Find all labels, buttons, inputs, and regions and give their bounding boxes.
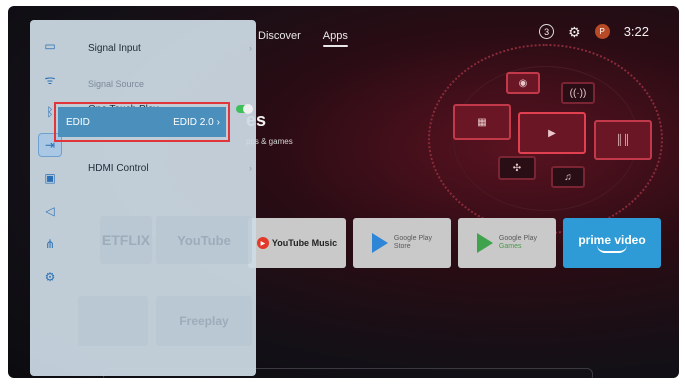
settings-icon[interactable]: ⚙ [38,265,62,289]
hero-tile-play-icon: ▶ [518,112,586,154]
hero-tile-gamepad-icon: ✣ [498,156,536,180]
chevron-right-icon: › [249,43,252,53]
avatar[interactable]: P [594,24,610,39]
hero-tile-image-icon: ▦ [453,104,511,140]
tv-screen: Discover Apps 3 ⚙ P 3:22 ◉ ((·)) ▦ ▶ ║║ … [8,6,679,378]
display-icon[interactable]: ▭ [38,34,62,58]
clock: 3:22 [623,24,649,39]
section-label-signal-source: Signal Source [88,79,145,89]
hero-tile-music-icon: ♫ [551,166,585,188]
ghost-app-freeplay: Freeplay [156,296,252,346]
tab-discover[interactable]: Discover [258,30,301,42]
tab-apps[interactable]: Apps [322,30,348,47]
prime-smile-icon [597,245,627,253]
sound-icon[interactable]: ◁ [38,199,62,223]
notifications-icon[interactable]: 3 [539,24,555,39]
ghost-app-tile [78,296,148,346]
youtube-music-icon: ▶ [256,237,269,249]
network-icon[interactable]: ⋔ [38,232,62,256]
one-touch-play-toggle[interactable] [236,104,253,114]
wifi-icon[interactable]: ᯤ [38,67,62,91]
settings-rail: ▭ ᯤ ᛒ ⇥ ▣ ◁ ⋔ ⚙ [36,34,64,298]
app-youtube-music[interactable]: ▶ YouTube Music [248,218,346,268]
menu-item-edid[interactable]: EDID EDID 2.0 › [58,107,226,137]
chevron-right-icon: › [249,163,252,173]
google-play-games-icon [476,233,493,253]
picture-icon[interactable]: ▣ [38,166,62,190]
google-play-store-icon [371,233,388,253]
chevron-right-icon: › [216,116,220,128]
ghost-app-netflix: ETFLIX [100,216,152,264]
edid-value: EDID 2.0 [173,116,214,128]
menu-item-signal-input[interactable]: Signal Input › [88,38,252,58]
hero-tile-podcast-icon: ((·)) [561,82,595,104]
ghost-app-youtube: YouTube [156,216,252,264]
status-bar: 3 ⚙ P 3:22 [539,24,649,39]
gear-icon[interactable]: ⚙ [568,25,581,39]
app-prime-video[interactable]: prime video [563,218,661,268]
menu-item-hdmi-control[interactable]: HDMI Control › [88,158,252,178]
app-google-play-store[interactable]: Google Play Store [353,218,451,268]
hero-tile-games-icon: ◉ [506,72,540,94]
app-google-play-games[interactable]: Google Play Games [458,218,556,268]
hero-tile-audio-icon: ║║ [594,120,652,160]
settings-panel: ETFLIX YouTube Freeplay ▭ ᯤ ᛒ ⇥ ▣ ◁ ⋔ ⚙ … [30,20,256,376]
edid-selection-highlight: EDID EDID 2.0 › [54,102,230,142]
top-nav: Discover Apps [258,30,348,47]
